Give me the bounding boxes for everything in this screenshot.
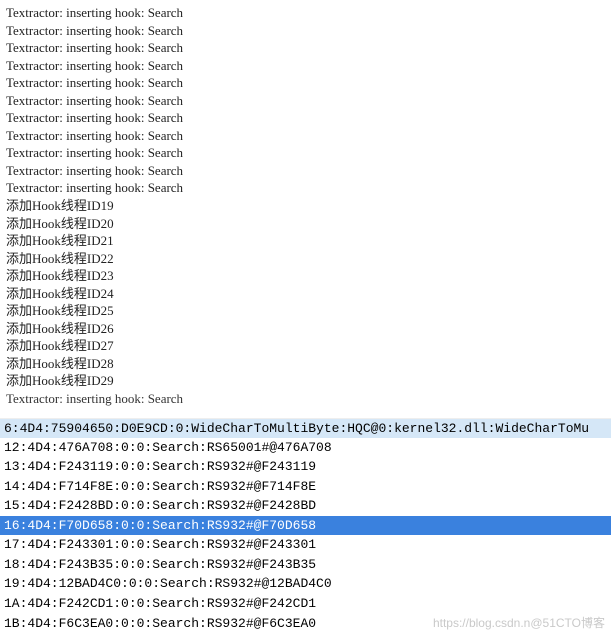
log-line: 添加Hook线程ID25 (6, 302, 605, 320)
thread-item[interactable]: 19:4D4:12BAD4C0:0:0:Search:RS932#@12BAD4… (0, 574, 611, 594)
thread-item[interactable]: 16:4D4:F70D658:0:0:Search:RS932#@F70D658 (0, 516, 611, 536)
log-line: 添加Hook线程ID27 (6, 337, 605, 355)
log-line: 添加Hook线程ID23 (6, 267, 605, 285)
thread-item[interactable]: 18:4D4:F243B35:0:0:Search:RS932#@F243B35 (0, 555, 611, 575)
log-line: 添加Hook线程ID29 (6, 372, 605, 390)
log-line: 添加Hook线程ID28 (6, 355, 605, 373)
thread-item[interactable]: 1B:4D4:F6C3EA0:0:0:Search:RS932#@F6C3EA0 (0, 614, 611, 633)
log-line: Textractor: inserting hook: Search (6, 39, 605, 57)
log-line: Textractor: inserting hook: Search (6, 179, 605, 197)
thread-item[interactable]: 1A:4D4:F242CD1:0:0:Search:RS932#@F242CD1 (0, 594, 611, 614)
thread-item[interactable]: 15:4D4:F2428BD:0:0:Search:RS932#@F2428BD (0, 496, 611, 516)
log-line: 添加Hook线程ID21 (6, 232, 605, 250)
log-line: Textractor: inserting hook: Search (6, 4, 605, 22)
log-line: 添加Hook线程ID24 (6, 285, 605, 303)
log-thread-add-lines: 添加Hook线程ID19添加Hook线程ID20添加Hook线程ID21添加Ho… (6, 197, 605, 390)
log-truncated-line: Textractor: inserting hook: Search (6, 390, 605, 408)
log-line: Textractor: inserting hook: Search (6, 109, 605, 127)
log-line: Textractor: inserting hook: Search (6, 74, 605, 92)
thread-item[interactable]: 12:4D4:476A708:0:0:Search:RS65001#@476A7… (0, 438, 611, 458)
thread-item[interactable]: 17:4D4:F243301:0:0:Search:RS932#@F243301 (0, 535, 611, 555)
log-line: Textractor: inserting hook: Search (6, 57, 605, 75)
log-line: 添加Hook线程ID20 (6, 215, 605, 233)
log-line: 添加Hook线程ID19 (6, 197, 605, 215)
log-line: Textractor: inserting hook: Search (6, 92, 605, 110)
thread-header[interactable]: 6:4D4:75904650:D0E9CD:0:WideCharToMultiB… (0, 419, 611, 438)
log-line: Textractor: inserting hook: Search (6, 162, 605, 180)
log-line: 添加Hook线程ID26 (6, 320, 605, 338)
thread-list[interactable]: 12:4D4:476A708:0:0:Search:RS65001#@476A7… (0, 438, 611, 633)
log-line: Textractor: inserting hook: Search (6, 144, 605, 162)
log-line: 添加Hook线程ID22 (6, 250, 605, 268)
log-line: Textractor: inserting hook: Search (6, 22, 605, 40)
thread-item[interactable]: 14:4D4:F714F8E:0:0:Search:RS932#@F714F8E (0, 477, 611, 497)
log-line: Textractor: inserting hook: Search (6, 127, 605, 145)
thread-item[interactable]: 13:4D4:F243119:0:0:Search:RS932#@F243119 (0, 457, 611, 477)
log-panel: Textractor: inserting hook: SearchTextra… (0, 0, 611, 412)
thread-panel: 6:4D4:75904650:D0E9CD:0:WideCharToMultiB… (0, 418, 611, 633)
log-hook-lines: Textractor: inserting hook: SearchTextra… (6, 4, 605, 197)
